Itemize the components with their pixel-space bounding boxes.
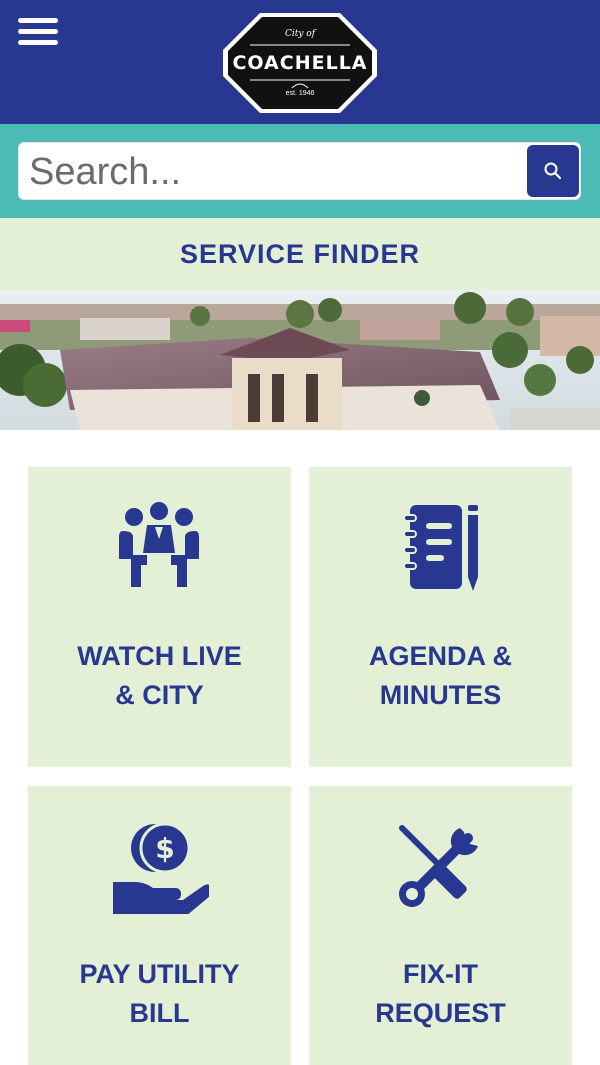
tile-label: FIX-IT REQUEST [309, 955, 572, 1033]
tile-watch-live[interactable]: WATCH LIVE & CITY [28, 467, 291, 767]
city-hall-aerial-image [0, 290, 600, 430]
tile-label: PAY UTILITY BILL [28, 955, 291, 1033]
svg-text:$: $ [155, 832, 174, 865]
notebook-pen-icon [403, 505, 478, 591]
tile-label-line2: MINUTES [379, 680, 502, 710]
logo-top-text: City of [284, 29, 316, 39]
tile-label-line1: WATCH LIVE [77, 641, 242, 671]
search-band [0, 124, 600, 218]
tile-agenda-minutes[interactable]: AGENDA & MINUTES [309, 467, 572, 767]
search-button[interactable] [527, 145, 579, 197]
logo-est-text: est. 1946 [285, 90, 315, 97]
logo-city-name: COACHELLA [232, 52, 368, 74]
search-input[interactable] [29, 149, 524, 195]
service-finder-bar[interactable]: SERVICE FINDER [0, 218, 600, 290]
hero-photo [0, 290, 600, 430]
hamburger-menu-icon[interactable] [18, 18, 58, 48]
city-logo[interactable]: City of COACHELLA est. 1946 [220, 10, 380, 116]
tile-label-line1: PAY UTILITY [79, 959, 240, 989]
wrench-screwdriver-icon [399, 825, 478, 907]
tile-label-line2: BILL [129, 998, 190, 1028]
search-icon [544, 162, 562, 180]
meeting-people-icon [119, 502, 199, 587]
tile-label-line1: FIX-IT [403, 959, 478, 989]
tile-label: AGENDA & MINUTES [309, 637, 572, 715]
tile-label: WATCH LIVE & CITY [28, 637, 291, 715]
tile-fix-it-request[interactable]: FIX-IT REQUEST [309, 786, 572, 1065]
tile-label-line2: REQUEST [375, 998, 506, 1028]
site-header: City of COACHELLA est. 1946 [0, 0, 600, 124]
search-box [18, 142, 581, 200]
tile-label-line1: AGENDA & [368, 641, 512, 671]
tile-pay-utility-bill[interactable]: $ PAY UTILITY BILL [28, 786, 291, 1065]
service-finder-label: SERVICE FINDER [179, 239, 421, 269]
hand-coin-dollar-icon: $ [113, 822, 209, 914]
tile-label-line2: & CITY [115, 680, 204, 710]
